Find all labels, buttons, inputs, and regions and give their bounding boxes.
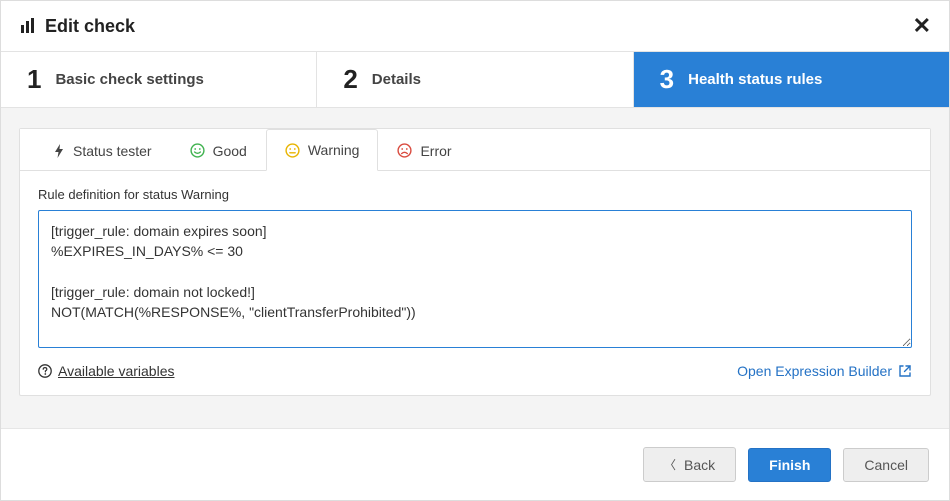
rule-footer-row: Available variables Open Expression Buil… [38, 363, 912, 379]
back-button-label: Back [684, 457, 715, 473]
step-health-status-rules[interactable]: 3 Health status rules [634, 52, 949, 107]
available-variables-link[interactable]: Available variables [38, 363, 174, 379]
header-title-group: Edit check [19, 16, 135, 37]
step-label: Basic check settings [55, 71, 203, 88]
smile-icon [190, 143, 205, 158]
modal-header: Edit check ✕ [1, 1, 949, 51]
edit-check-modal: Edit check ✕ 1 Basic check settings 2 De… [0, 0, 950, 501]
modal-footer: 〈 Back Finish Cancel [1, 428, 949, 500]
step-number: 1 [27, 64, 41, 95]
close-icon[interactable]: ✕ [913, 15, 931, 37]
tab-label: Status tester [73, 143, 152, 159]
step-details[interactable]: 2 Details [317, 52, 633, 107]
step-number: 3 [660, 64, 674, 95]
tab-label: Good [213, 143, 247, 159]
rule-definition-textarea[interactable] [38, 210, 912, 348]
modal-title: Edit check [45, 16, 135, 37]
chevron-left-icon: 〈 [664, 456, 676, 473]
back-button[interactable]: 〈 Back [643, 447, 736, 482]
tab-content-warning: Rule definition for status Warning Avail… [20, 171, 930, 395]
cancel-button[interactable]: Cancel [843, 448, 929, 482]
neutral-face-icon [285, 143, 300, 158]
step-label: Health status rules [688, 71, 822, 88]
rule-definition-label: Rule definition for status Warning [38, 187, 912, 202]
tab-warning[interactable]: Warning [266, 129, 379, 171]
available-variables-label: Available variables [58, 363, 174, 379]
bolt-icon [53, 144, 65, 158]
help-circle-icon [38, 364, 52, 378]
wizard-steps: 1 Basic check settings 2 Details 3 Healt… [1, 51, 949, 108]
tab-label: Error [420, 143, 451, 159]
rules-panel: Status tester Good Warning [19, 128, 931, 396]
bar-chart-icon [19, 17, 37, 35]
tab-label: Warning [308, 142, 360, 158]
step-number: 2 [343, 64, 357, 95]
open-expression-builder-label: Open Expression Builder [737, 363, 892, 379]
tab-status-tester[interactable]: Status tester [34, 129, 171, 171]
open-expression-builder-link[interactable]: Open Expression Builder [737, 363, 912, 379]
status-tabs: Status tester Good Warning [20, 129, 930, 171]
finish-button-label: Finish [769, 457, 810, 473]
modal-body: Status tester Good Warning [1, 108, 949, 428]
step-basic-settings[interactable]: 1 Basic check settings [1, 52, 317, 107]
external-link-icon [898, 364, 912, 378]
tab-good[interactable]: Good [171, 129, 266, 171]
step-label: Details [372, 71, 421, 88]
tab-error[interactable]: Error [378, 129, 470, 171]
finish-button[interactable]: Finish [748, 448, 831, 482]
sad-face-icon [397, 143, 412, 158]
cancel-button-label: Cancel [864, 457, 908, 473]
